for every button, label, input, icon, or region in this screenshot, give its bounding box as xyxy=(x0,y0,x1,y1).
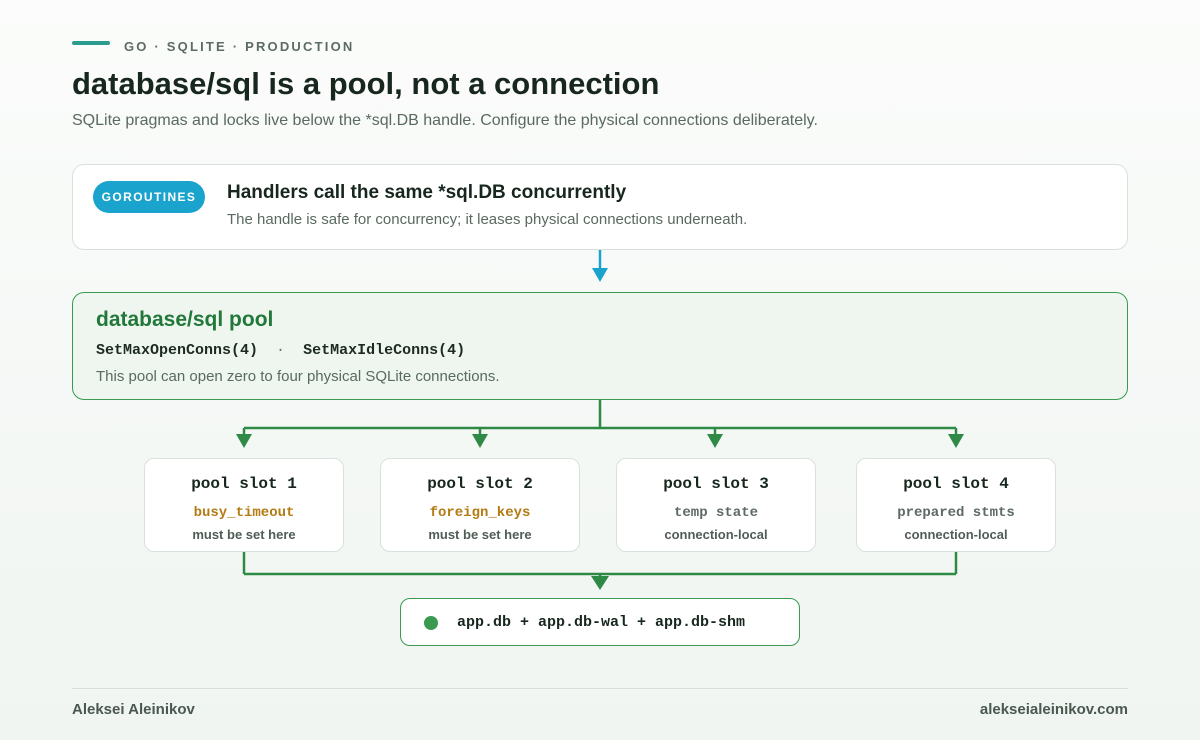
slot-state-key: temp state xyxy=(673,505,758,521)
slot-note: connection-local xyxy=(904,527,1008,542)
goroutines-heading: Handlers call the same *sql.DB concurren… xyxy=(227,182,627,203)
pool-description: This pool can open zero to four physical… xyxy=(96,368,500,385)
slot-state-key: prepared stmts xyxy=(897,505,1015,521)
fanout-pool-to-slots xyxy=(242,400,958,438)
database-files-label: app.db + app.db-wal + app.db-shm xyxy=(457,614,746,631)
footer-author: Aleksei Aleinikov xyxy=(72,701,195,718)
setting-max-idle-conns: SetMaxIdleConns(4) xyxy=(303,342,466,359)
goroutines-card: GOROUTINES Handlers call the same *sql.D… xyxy=(72,164,1128,250)
goroutines-description: The handle is safe for concurrency; it l… xyxy=(227,211,748,228)
footer-divider xyxy=(72,688,1128,689)
slot-note: must be set here xyxy=(192,527,296,542)
slot-pragma-key: busy_timeout xyxy=(193,505,295,521)
database-files-box: app.db + app.db-wal + app.db-shm xyxy=(400,598,800,646)
pool-heading: database/sql pool xyxy=(96,308,274,331)
slot-title: pool slot 3 xyxy=(663,475,769,493)
slot-pragma-key: foreign_keys xyxy=(429,505,531,521)
slot-title: pool slot 4 xyxy=(903,475,1009,493)
fanin-slots-to-db xyxy=(242,552,958,580)
pool-settings: SetMaxOpenConns(4) · SetMaxIdleConns(4) xyxy=(96,342,465,359)
slot-title: pool slot 1 xyxy=(191,475,297,493)
pool-slot-2: pool slot 2 foreign_keys must be set her… xyxy=(380,458,580,552)
footer-site: alekseialeinikov.com xyxy=(979,701,1128,718)
pool-slot-3: pool slot 3 temp state connection-local xyxy=(616,458,816,552)
goroutines-badge: GOROUTINES xyxy=(93,181,205,213)
slot-title: pool slot 2 xyxy=(427,475,533,493)
fanout-arrowheads xyxy=(236,434,964,448)
slot-note: must be set here xyxy=(428,527,532,542)
pool-card: database/sql pool SetMaxOpenConns(4) · S… xyxy=(72,292,1128,400)
arrowhead-goroutines-to-pool xyxy=(592,268,608,282)
setting-max-open-conns: SetMaxOpenConns(4) xyxy=(96,342,259,359)
settings-separator: · xyxy=(276,342,286,359)
pool-slot-4: pool slot 4 prepared stmts connection-lo… xyxy=(856,458,1056,552)
status-dot-icon xyxy=(424,616,438,630)
pool-slot-1: pool slot 1 busy_timeout must be set her… xyxy=(144,458,344,552)
slot-note: connection-local xyxy=(664,527,768,542)
arrowhead-to-db xyxy=(591,576,609,590)
